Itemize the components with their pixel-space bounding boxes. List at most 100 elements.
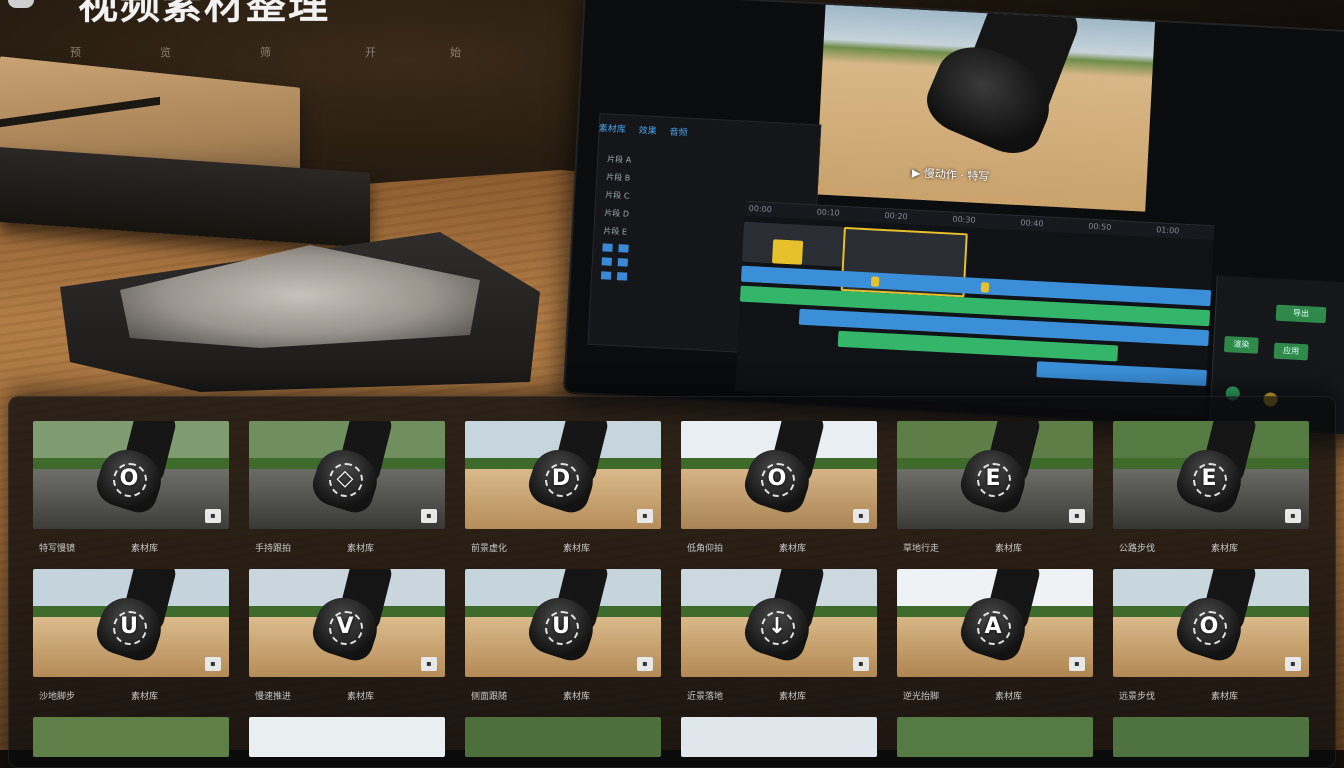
clip-thumbnail[interactable] bbox=[465, 717, 661, 757]
ruler-tick: 00:00 bbox=[748, 203, 773, 215]
clip-card[interactable]: ◇ ▪ 手持跟拍 素材库 bbox=[249, 421, 445, 557]
bin-item[interactable]: 片段 D bbox=[604, 207, 629, 219]
clip-thumbnail[interactable]: U ▪ bbox=[33, 569, 229, 677]
apply-button[interactable]: 应用 bbox=[1273, 342, 1309, 361]
clip-card-partial[interactable] bbox=[249, 717, 445, 757]
video-clip[interactable] bbox=[771, 239, 804, 265]
clip-thumbnail[interactable]: V ▪ bbox=[249, 569, 445, 677]
overlay-icon: A bbox=[971, 605, 1015, 649]
clip-tag: 素材库 bbox=[995, 692, 1023, 702]
clip-badge-icon[interactable]: ▪ bbox=[421, 509, 437, 523]
clip-label: 前景虚化 bbox=[471, 544, 508, 554]
editor-monitor: ▶ 慢动作 · 特写 素材库 效果 音频 片段 A 片段 B 片段 C 片段 D… bbox=[562, 0, 1344, 436]
clip-label: 沙地脚步 bbox=[39, 692, 76, 702]
bin-thumb[interactable] bbox=[602, 243, 613, 252]
clip-thumbnail[interactable]: D ▪ bbox=[465, 421, 661, 529]
marker[interactable] bbox=[980, 282, 990, 293]
clip-card[interactable]: U ▪ 侧面跟随 素材库 bbox=[465, 569, 661, 705]
clip-thumbnail[interactable]: U ▪ bbox=[465, 569, 661, 677]
bin-thumb[interactable] bbox=[616, 272, 628, 281]
clip-badge-icon[interactable]: ▪ bbox=[1069, 509, 1085, 523]
clip-thumbnail[interactable]: O ▪ bbox=[33, 421, 229, 529]
clip-tag: 素材库 bbox=[563, 544, 591, 554]
clip-badge-icon[interactable]: ▪ bbox=[1285, 657, 1301, 671]
bin-thumb[interactable] bbox=[618, 244, 629, 253]
subnav-item[interactable]: 筛 bbox=[260, 44, 271, 60]
clip-badge-icon[interactable]: ▪ bbox=[1069, 657, 1085, 671]
clip-card[interactable]: E ▪ 草地行走 素材库 bbox=[897, 421, 1093, 557]
audio-clip[interactable] bbox=[1036, 361, 1207, 387]
video-preview[interactable]: ▶ 慢动作 · 特写 bbox=[815, 4, 1156, 212]
clip-thumbnail[interactable] bbox=[249, 717, 445, 757]
clip-thumbnail[interactable] bbox=[897, 717, 1093, 757]
export-button[interactable]: 导出 bbox=[1275, 304, 1327, 324]
clip-card[interactable]: E ▪ 公路步伐 素材库 bbox=[1113, 421, 1309, 557]
clip-badge-icon[interactable]: ▪ bbox=[1285, 509, 1301, 523]
marker[interactable] bbox=[870, 276, 880, 287]
subnav-item[interactable]: 预 bbox=[70, 44, 81, 60]
render-button[interactable]: 渲染 bbox=[1223, 336, 1259, 354]
clip-badge-icon[interactable]: ▪ bbox=[421, 657, 437, 671]
clip-card[interactable]: ↓ ▪ 近景落地 素材库 bbox=[681, 569, 877, 705]
bin-item[interactable]: 片段 B bbox=[606, 171, 631, 183]
clip-tag: 素材库 bbox=[131, 692, 159, 702]
clip-badge-icon[interactable]: ▪ bbox=[853, 657, 869, 671]
ruler-tick: 00:20 bbox=[884, 211, 908, 222]
bin-thumb[interactable] bbox=[600, 271, 612, 280]
clip-badge-icon[interactable]: ▪ bbox=[205, 657, 221, 671]
clip-thumbnail[interactable]: E ▪ bbox=[1113, 421, 1309, 529]
clip-card[interactable]: O ▪ 特写慢镜 素材库 bbox=[33, 421, 229, 557]
clip-label: 公路步伐 bbox=[1119, 544, 1156, 554]
clip-label: 远景步伐 bbox=[1119, 692, 1156, 702]
clip-thumbnail[interactable]: O ▪ bbox=[1113, 569, 1309, 677]
overlay-icon: O bbox=[107, 457, 151, 501]
overlay-icon: U bbox=[107, 605, 151, 649]
tab-audio[interactable]: 音频 bbox=[669, 128, 688, 139]
clip-thumbnail[interactable]: ↓ ▪ bbox=[681, 569, 877, 677]
clip-thumbnail[interactable] bbox=[33, 717, 229, 757]
clip-tag: 素材库 bbox=[347, 692, 375, 702]
clip-label: 逆光抬脚 bbox=[903, 692, 940, 702]
overlay-icon: ↓ bbox=[755, 605, 799, 649]
clip-card-partial[interactable] bbox=[897, 717, 1093, 757]
clip-card-partial[interactable] bbox=[1113, 717, 1309, 757]
overlay-icon: ◇ bbox=[323, 457, 367, 501]
clip-thumbnail[interactable]: E ▪ bbox=[897, 421, 1093, 529]
clip-badge-icon[interactable]: ▪ bbox=[637, 657, 653, 671]
clip-card-partial[interactable] bbox=[681, 717, 877, 757]
clip-thumbnail[interactable]: ◇ ▪ bbox=[249, 421, 445, 529]
overlay-icon: E bbox=[1187, 457, 1231, 501]
ruler-tick: 01:00 bbox=[1155, 225, 1180, 236]
clip-card-partial[interactable] bbox=[33, 717, 229, 757]
clip-thumbnail[interactable]: O ▪ bbox=[681, 421, 877, 529]
subnav-item[interactable]: 开 bbox=[365, 44, 376, 60]
subnav-item[interactable]: 始 bbox=[450, 44, 461, 60]
subnav-item[interactable]: 览 bbox=[160, 44, 171, 60]
timeline[interactable]: 00:00 00:10 00:20 00:30 00:40 00:50 01:0… bbox=[735, 200, 1215, 417]
bin-item[interactable]: 片段 A bbox=[607, 153, 632, 165]
clip-badge-icon[interactable]: ▪ bbox=[853, 509, 869, 523]
clip-thumbnail[interactable] bbox=[1113, 717, 1309, 757]
clip-badge-icon[interactable]: ▪ bbox=[205, 509, 221, 523]
clip-label: 特写慢镜 bbox=[39, 544, 76, 554]
clip-tag: 素材库 bbox=[131, 544, 159, 554]
bin-thumb[interactable] bbox=[617, 258, 628, 267]
bin-item[interactable]: 片段 C bbox=[605, 189, 630, 201]
page-title: 视频素材整理 bbox=[78, 0, 330, 28]
tab-effects[interactable]: 效果 bbox=[638, 126, 657, 137]
clip-card[interactable]: V ▪ 慢速推进 素材库 bbox=[249, 569, 445, 705]
clip-thumbnail[interactable]: A ▪ bbox=[897, 569, 1093, 677]
clip-card[interactable]: U ▪ 沙地脚步 素材库 bbox=[33, 569, 229, 705]
app-logo-icon bbox=[8, 0, 34, 8]
clip-badge-icon[interactable]: ▪ bbox=[637, 509, 653, 523]
tab-media[interactable]: 素材库 bbox=[598, 124, 626, 135]
clip-card[interactable]: A ▪ 逆光抬脚 素材库 bbox=[897, 569, 1093, 705]
bin-thumb[interactable] bbox=[601, 257, 613, 266]
clip-thumbnail[interactable] bbox=[681, 717, 877, 757]
clip-card[interactable]: O ▪ 低角仰拍 素材库 bbox=[681, 421, 877, 557]
bin-item[interactable]: 片段 E bbox=[603, 225, 627, 237]
clip-tag: 素材库 bbox=[347, 544, 375, 554]
clip-card[interactable]: O ▪ 远景步伐 素材库 bbox=[1113, 569, 1309, 705]
clip-card[interactable]: D ▪ 前景虚化 素材库 bbox=[465, 421, 661, 557]
clip-card-partial[interactable] bbox=[465, 717, 661, 757]
